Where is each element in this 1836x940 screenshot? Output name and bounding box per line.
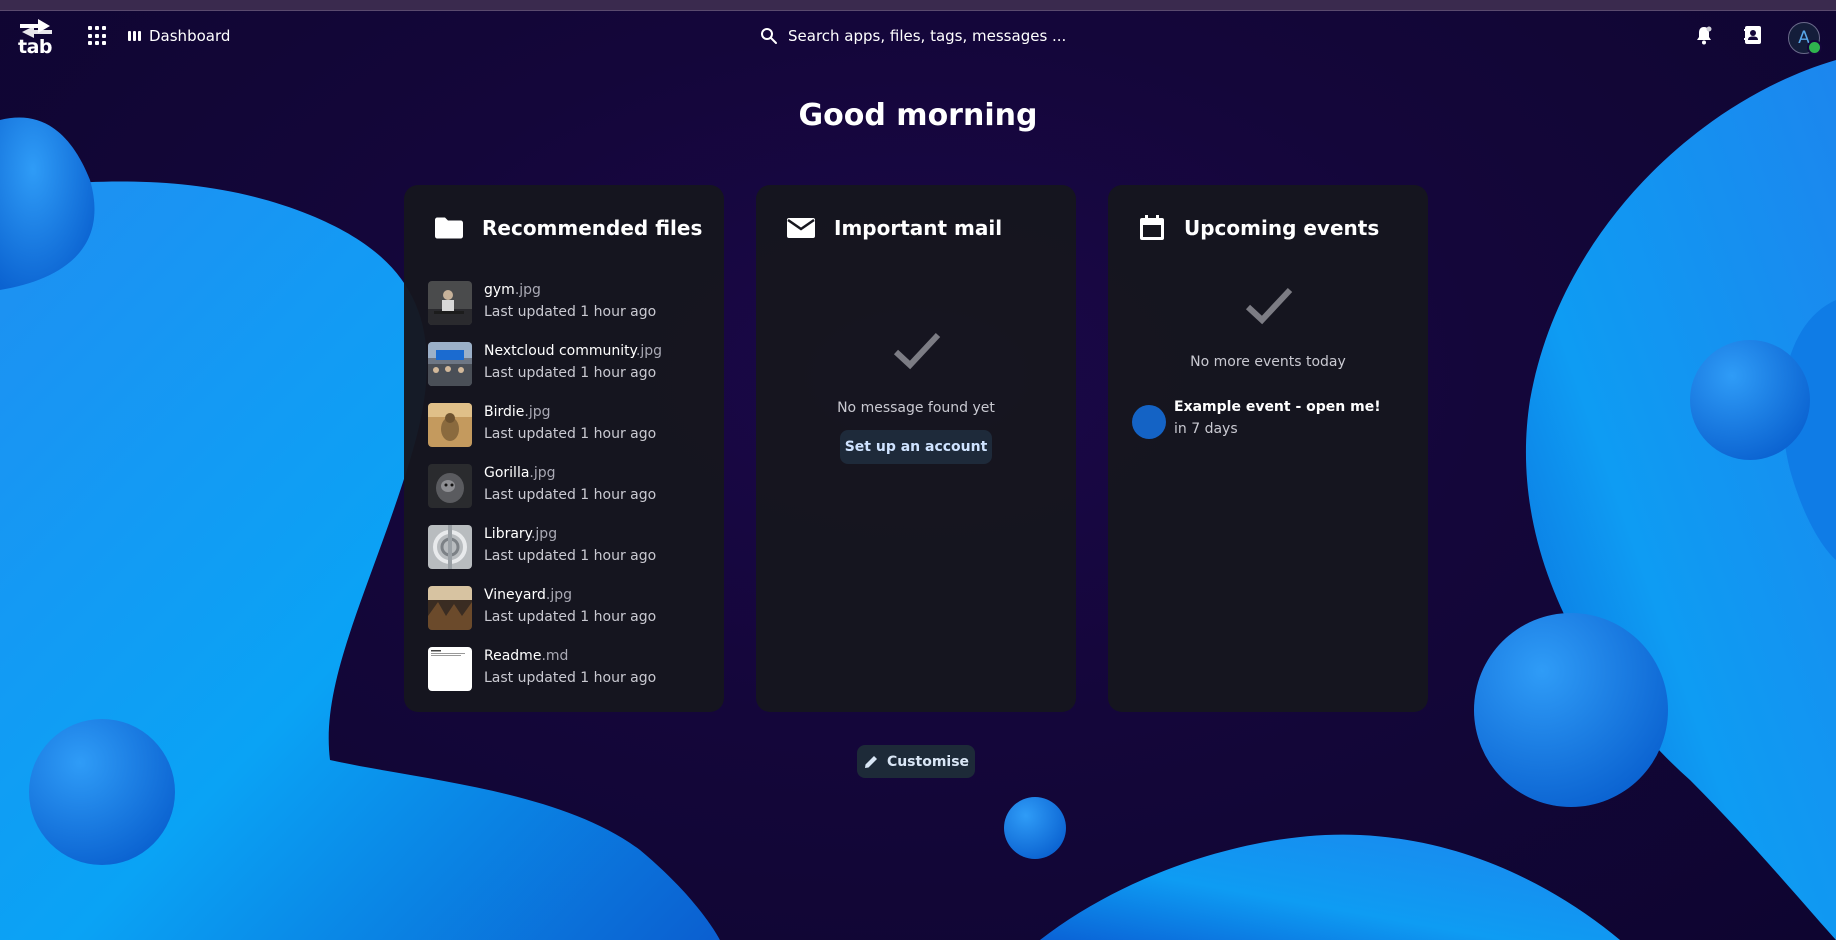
file-thumbnail (428, 586, 472, 630)
bell-icon (1697, 26, 1712, 45)
unified-search[interactable]: Search apps, files, tags, messages ... (760, 22, 1160, 50)
file-item[interactable]: Nextcloud community.jpg Last updated 1 h… (428, 340, 708, 388)
file-extension: .jpg (530, 526, 558, 542)
file-name: Birdie (484, 404, 525, 420)
event-title: Example event - open me! (1174, 399, 1381, 415)
event-color-dot (1132, 405, 1166, 439)
file-item[interactable]: Library.jpg Last updated 1 hour ago (428, 523, 708, 571)
notifications-button[interactable] (1693, 24, 1717, 48)
file-item[interactable]: Gorilla.jpg Last updated 1 hour ago (428, 462, 708, 510)
file-thumbnail (428, 525, 472, 569)
panel-header: Important mail (786, 213, 1002, 243)
dashboard-page: tab Dashboard Search apps, files, tags, … (0, 0, 1836, 940)
dashboard-app-link[interactable]: Dashboard (128, 25, 230, 47)
setup-account-button[interactable]: Set up an account (840, 430, 992, 464)
file-name: Gorilla (484, 465, 530, 481)
upcoming-events-panel: Upcoming events No more events today Exa… (1108, 185, 1428, 712)
file-updated: Last updated 1 hour ago (484, 426, 657, 442)
logo-text: tab (18, 36, 53, 58)
file-name: Readme (484, 648, 542, 664)
panel-title: Important mail (834, 216, 1003, 240)
checkmark-icon (893, 332, 941, 370)
file-extension: .jpg (545, 587, 573, 603)
top-header: tab Dashboard Search apps, files, tags, … (0, 10, 1836, 62)
file-updated: Last updated 1 hour ago (484, 304, 657, 320)
greeting-heading: Good morning (798, 98, 1038, 133)
logo-arrows-icon (20, 19, 52, 38)
search-icon (761, 28, 777, 44)
file-extension: .jpg (524, 404, 551, 420)
panel-title: Recommended files (482, 216, 703, 240)
file-updated: Last updated 1 hour ago (484, 670, 657, 686)
file-thumbnail (428, 342, 472, 386)
file-item[interactable]: Vineyard.jpg Last updated 1 hour ago (428, 584, 708, 632)
search-placeholder: Search apps, files, tags, messages ... (788, 27, 1067, 45)
panel-header: Recommended files (434, 213, 702, 243)
recommended-files-panel: Recommended files gym.jpg Last updated 1… (404, 185, 724, 712)
contacts-menu-button[interactable] (1742, 24, 1766, 48)
file-name: Nextcloud community (484, 343, 636, 359)
user-avatar[interactable]: A (1788, 22, 1822, 55)
file-item[interactable]: Birdie.jpg Last updated 1 hour ago (428, 401, 708, 449)
mail-icon (787, 218, 815, 238)
file-thumbnail (428, 464, 472, 508)
dashboard-icon (128, 31, 141, 41)
file-updated: Last updated 1 hour ago (484, 487, 657, 503)
pencil-icon (864, 755, 877, 768)
file-updated: Last updated 1 hour ago (484, 548, 657, 564)
online-status-icon (1807, 40, 1822, 55)
file-name: gym (484, 282, 515, 298)
file-thumbnail (428, 647, 472, 691)
contacts-icon (1744, 26, 1761, 44)
file-extension: .jpg (635, 343, 663, 359)
events-empty-text: No more events today (1190, 354, 1346, 370)
checkmark-icon (1245, 287, 1293, 325)
file-updated: Last updated 1 hour ago (484, 609, 657, 625)
mail-empty-text: No message found yet (837, 400, 995, 416)
important-mail-panel: Important mail No message found yet Set … (756, 185, 1076, 712)
event-time: in 7 days (1174, 421, 1238, 437)
file-item[interactable]: Readme.md Last updated 1 hour ago (428, 645, 708, 693)
file-name: Vineyard (484, 587, 546, 603)
file-updated: Last updated 1 hour ago (484, 365, 657, 381)
logo[interactable]: tab (16, 16, 56, 58)
file-extension: .jpg (529, 465, 556, 481)
apps-menu-button[interactable] (88, 26, 108, 46)
panel-header: Upcoming events (1138, 213, 1379, 243)
apps-grid-icon (88, 26, 92, 30)
customise-button[interactable]: Customise (857, 745, 975, 778)
event-item[interactable]: Example event - open me! in 7 days (1132, 399, 1412, 443)
dashboard-label: Dashboard (149, 27, 231, 45)
file-extension: .md (541, 648, 569, 664)
file-name: Library (484, 526, 531, 542)
folder-icon (435, 217, 463, 239)
file-extension: .jpg (514, 282, 541, 298)
file-thumbnail (428, 403, 472, 447)
calendar-icon (1140, 215, 1164, 240)
file-thumbnail (428, 281, 472, 325)
panel-title: Upcoming events (1184, 216, 1380, 240)
customise-label: Customise (886, 753, 970, 770)
file-item[interactable]: gym.jpg Last updated 1 hour ago (428, 279, 708, 327)
